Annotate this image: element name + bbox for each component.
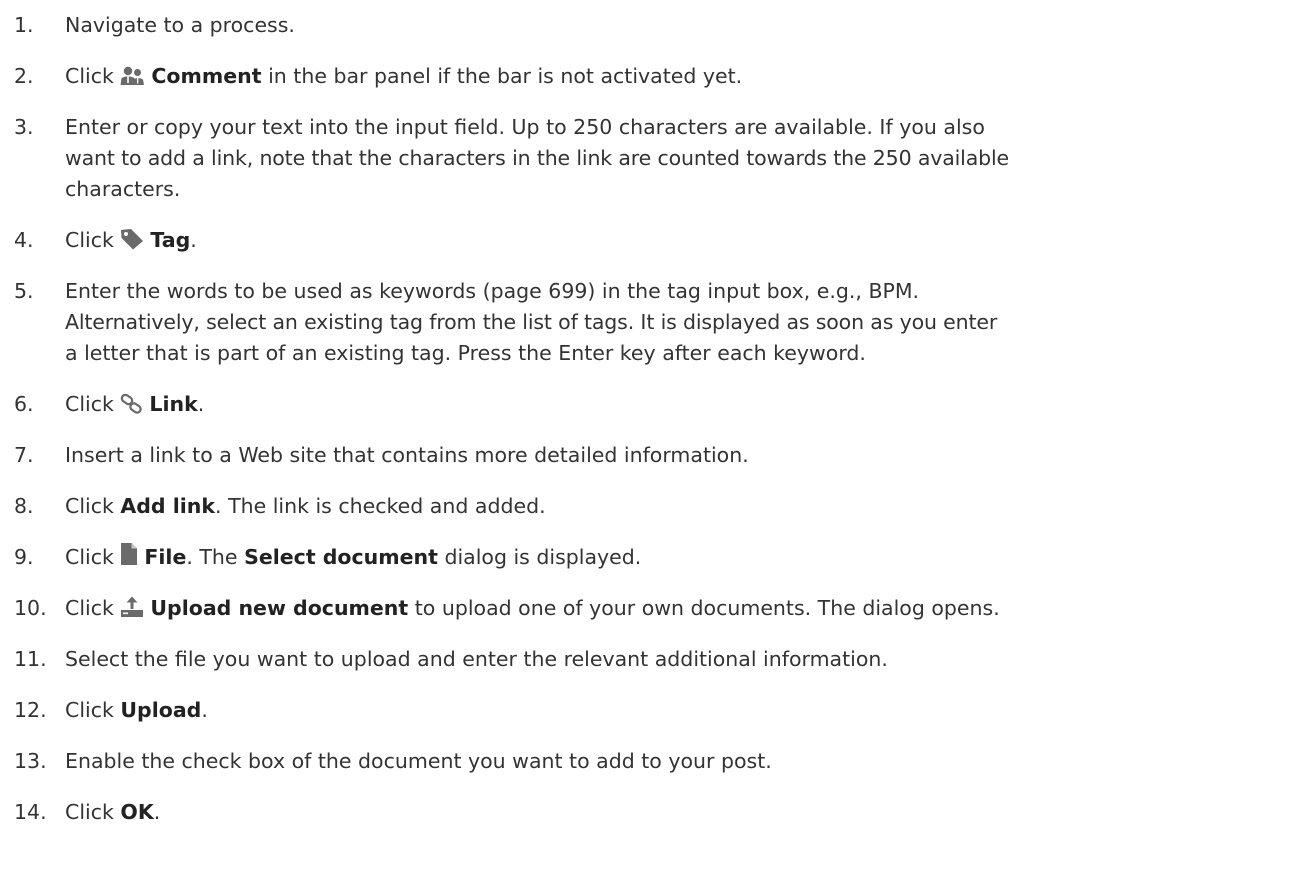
step-number: 13. <box>14 749 47 773</box>
step-text: Select the file you want to upload and e… <box>65 647 888 671</box>
step-number: 1. <box>14 13 34 37</box>
tag-icon <box>121 229 144 250</box>
step-number: 8. <box>14 494 34 518</box>
step-number: 12. <box>14 698 47 722</box>
step-text: Click Comment in the bar panel if the ba… <box>65 64 743 88</box>
step-text: Click OK. <box>65 800 161 824</box>
step-number: 11. <box>14 647 47 671</box>
procedure-steps: 1. Navigate to a process. 2. Click Comme… <box>0 0 1306 879</box>
step-text: Enter the words to be used as keywords (… <box>65 279 998 365</box>
step-number: 3. <box>14 115 34 139</box>
step-text: Insert a link to a Web site that contain… <box>65 443 749 467</box>
step-text: Click Tag. <box>65 228 197 252</box>
step-text: Enter or copy your text into the input f… <box>65 115 1010 201</box>
step-text: Click File. The Select document dialog i… <box>65 542 1302 573</box>
step-number: 14. <box>14 800 47 824</box>
step-text: Click Upload. <box>65 698 208 722</box>
file-icon <box>121 543 138 565</box>
link-icon <box>121 394 143 414</box>
step-text: Navigate to a process. <box>65 13 295 37</box>
step-text: Enable the check box of the document you… <box>65 749 772 773</box>
upload-icon <box>121 596 144 617</box>
step-number: 5. <box>14 279 34 303</box>
step-number: 4. <box>14 228 34 252</box>
step-text: Click Add link. The link is checked and … <box>65 494 546 518</box>
step-number: 6. <box>14 392 34 416</box>
step-number: 9. <box>14 545 34 569</box>
users-icon <box>120 66 145 85</box>
step-text: Click Upload new document to upload one … <box>65 596 1000 620</box>
step-number: 7. <box>14 443 34 467</box>
step-text: Click Link. <box>65 392 205 416</box>
step-number: 10. <box>14 596 47 620</box>
step-number: 2. <box>14 64 34 88</box>
